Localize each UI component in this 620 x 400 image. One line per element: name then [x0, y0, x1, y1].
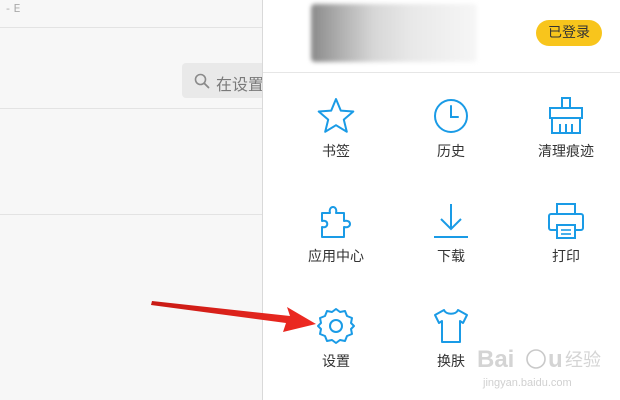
menu-item-bookmarks[interactable]: 书签 — [281, 96, 391, 186]
clock-icon — [434, 99, 468, 133]
menu-item-label: 历史 — [437, 144, 465, 160]
settings-search-box[interactable]: 在设置 — [182, 63, 265, 98]
star-icon — [317, 98, 355, 133]
menu-item-history[interactable]: 历史 — [396, 96, 506, 186]
menu-item-label: 清理痕迹 — [538, 144, 594, 160]
menu-item-label: 打印 — [552, 249, 580, 265]
svg-text:u: u — [548, 346, 563, 373]
svg-text:Bai: Bai — [477, 346, 514, 373]
login-status-badge[interactable]: 已登录 — [536, 20, 602, 46]
menu-item-app-center[interactable]: 应用中心 — [281, 201, 391, 291]
menu-item-label: 设置 — [322, 354, 350, 370]
gear-icon — [317, 308, 355, 344]
background-page: - E 在设置 — [0, 0, 265, 400]
menu-item-label: 书签 — [322, 144, 350, 160]
printer-icon — [548, 203, 584, 239]
divider — [0, 108, 262, 109]
broom-icon — [549, 97, 583, 134]
puzzle-icon — [321, 206, 351, 238]
baidu-jingyan-watermark: Bai u 经验 jingyan.baidu.com — [477, 346, 601, 389]
annotation-arrow — [151, 301, 316, 332]
search-icon — [194, 73, 210, 89]
download-icon — [434, 204, 468, 238]
divider — [0, 27, 262, 28]
menu-item-clear-traces[interactable]: 清理痕迹 — [511, 96, 620, 186]
menu-item-print[interactable]: 打印 — [511, 201, 620, 291]
tab-title-fragment: - E — [6, 2, 21, 15]
divider — [263, 72, 620, 73]
menu-item-label: 下载 — [437, 249, 465, 265]
avatar[interactable] — [311, 4, 477, 62]
browser-menu-panel: 已登录 书签 历史 清理痕迹 应用中心 下载 打印 设置 换肤 — [262, 0, 620, 400]
menu-item-downloads[interactable]: 下载 — [396, 201, 506, 291]
svg-text:jingyan.baidu.com: jingyan.baidu.com — [482, 377, 572, 389]
search-placeholder: 在设置 — [216, 75, 265, 94]
menu-item-label: 应用中心 — [308, 249, 364, 265]
shirt-icon — [434, 309, 468, 343]
divider — [0, 214, 262, 215]
svg-text:经验: 经验 — [565, 350, 601, 371]
